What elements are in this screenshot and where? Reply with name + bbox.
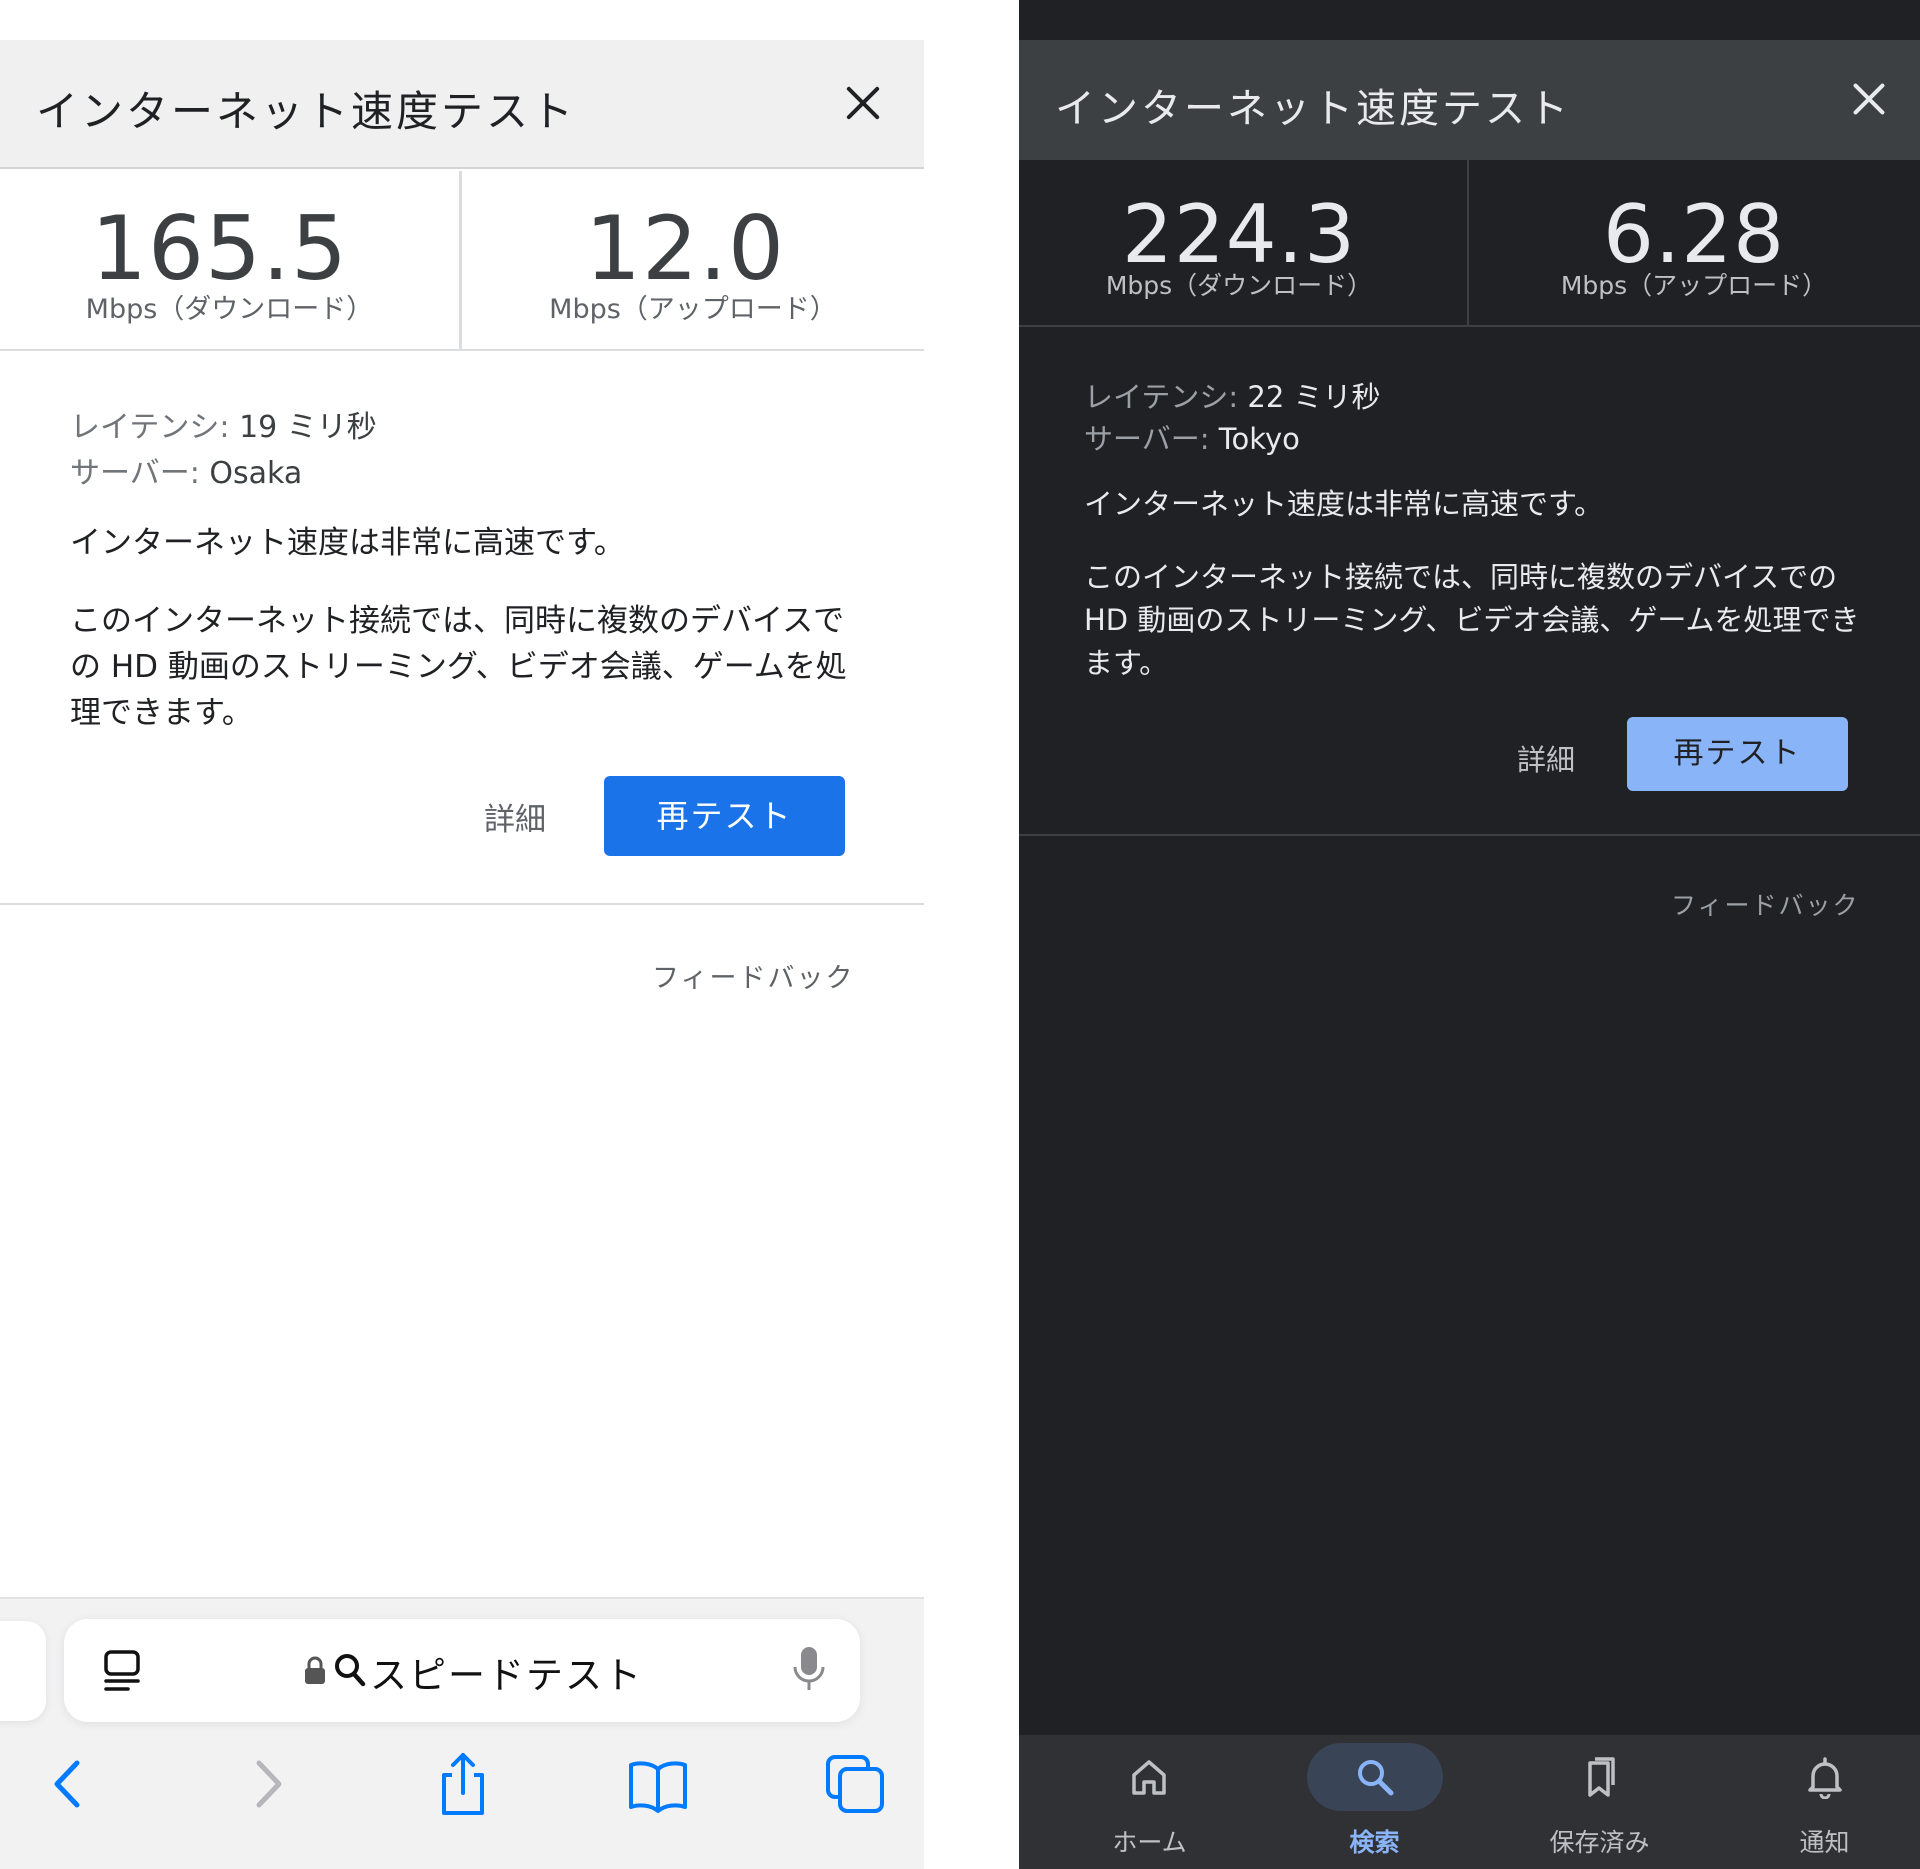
safari-toolbar: スピードテスト [0,1597,924,1869]
download-unit: Mbps（ダウンロード） [1105,271,1373,300]
download-value: 165.5 [91,197,348,300]
latency-label: レイテンシ: [1084,380,1239,414]
feedback-link[interactable]: フィードバック [652,956,854,995]
nav-item-search[interactable]: 検索 [1262,1735,1487,1869]
dark-mode-screen: インターネット速度テスト 224.3 Mbps（ダウンロード） 6.28 Mbp… [1019,0,1920,1869]
search-icon [335,1654,366,1687]
latency-label: レイテンシ: [70,410,230,445]
server-row: サーバー: Osaka [70,448,302,492]
server-value: Osaka [209,456,303,491]
retest-button[interactable]: 再テスト [1627,717,1848,791]
speed-summary: インターネット速度は非常に高速です。 [70,525,625,561]
upload-result: 12.0 Mbps（アップロード） [462,171,924,349]
speed-description: このインターネット接続では、同時に複数のデバイスでの HD 動画のストリーミング… [1084,560,1860,680]
bookmarks-icon [1588,1757,1615,1797]
speedtest-header: インターネット速度テスト [1019,40,1920,160]
bottom-navigation: ホーム 検索 保存済み 通知 [1019,1735,1920,1869]
page-menu-icon[interactable] [102,1649,142,1693]
latency-value: 19 ミリ秒 [239,410,377,445]
nav-item-notifications[interactable]: 通知 [1712,1735,1920,1869]
detail-link[interactable]: 詳細 [484,794,546,839]
latency-value: 22 ミリ秒 [1247,380,1381,414]
search-icon [1358,1760,1394,1796]
upload-value: 12.0 [585,197,785,300]
bookmarks-icon[interactable] [623,1749,693,1819]
download-unit: Mbps（ダウンロード） [85,294,374,325]
upload-unit: Mbps（アップロード） [549,294,837,325]
latency-row: レイテンシ: 22 ミリ秒 [1084,374,1381,416]
forward-icon[interactable] [233,1749,303,1819]
retest-button[interactable]: 再テスト [604,776,845,856]
speed-results: 224.3 Mbps（ダウンロード） 6.28 Mbps（アップロード） [1019,160,1920,327]
server-row: サーバー: Tokyo [1084,416,1300,458]
nav-label-home: ホーム [1112,1828,1187,1857]
nav-label-saved: 保存済み [1549,1828,1650,1857]
speed-summary: インターネット速度は非常に高速です。 [1084,487,1604,521]
speedtest-header: インターネット速度テスト [0,40,924,169]
server-label: サーバー: [1084,422,1210,456]
nav-label-notifications: 通知 [1799,1828,1850,1857]
divider [0,903,924,905]
address-text: スピードテスト [370,1654,643,1697]
server-label: サーバー: [70,456,200,491]
upload-result: 6.28 Mbps（アップロード） [1469,160,1919,325]
nav-item-home[interactable]: ホーム [1037,1735,1262,1869]
feedback-link[interactable]: フィードバック [1671,886,1860,922]
back-icon[interactable] [33,1749,103,1819]
upload-unit: Mbps（アップロード） [1560,271,1828,300]
detail-link[interactable]: 詳細 [1517,737,1575,779]
previous-tab-preview[interactable] [0,1621,46,1721]
download-result: 165.5 Mbps（ダウンロード） [0,171,462,349]
bell-icon [1808,1757,1842,1799]
speed-results: 165.5 Mbps（ダウンロード） 12.0 Mbps（アップロード） [0,171,924,351]
speedtest-title: インターネット速度テスト [1055,86,1571,132]
share-icon[interactable] [428,1749,498,1819]
server-value: Tokyo [1218,422,1300,456]
close-icon[interactable] [1846,76,1892,122]
light-mode-screen: インターネット速度テスト 165.5 Mbps（ダウンロード） 12.0 Mbp… [0,0,924,1869]
speedtest-title: インターネット速度テスト [36,87,577,136]
lock-icon [305,1656,325,1684]
divider [1019,834,1920,836]
close-icon[interactable] [838,78,888,128]
nav-label-search: 検索 [1349,1828,1400,1857]
panel-gap [924,0,1020,1869]
download-result: 224.3 Mbps（ダウンロード） [1019,160,1469,325]
speed-description: このインターネット接続では、同時に複数のデバイスでの HD 動画のストリーミング… [70,603,847,731]
tabs-icon[interactable] [820,1749,890,1819]
microphone-icon[interactable] [792,1645,826,1693]
latency-row: レイテンシ: 19 ミリ秒 [70,402,377,446]
home-icon [1132,1760,1166,1795]
nav-item-saved[interactable]: 保存済み [1487,1735,1712,1869]
address-bar[interactable]: スピードテスト [64,1619,860,1722]
